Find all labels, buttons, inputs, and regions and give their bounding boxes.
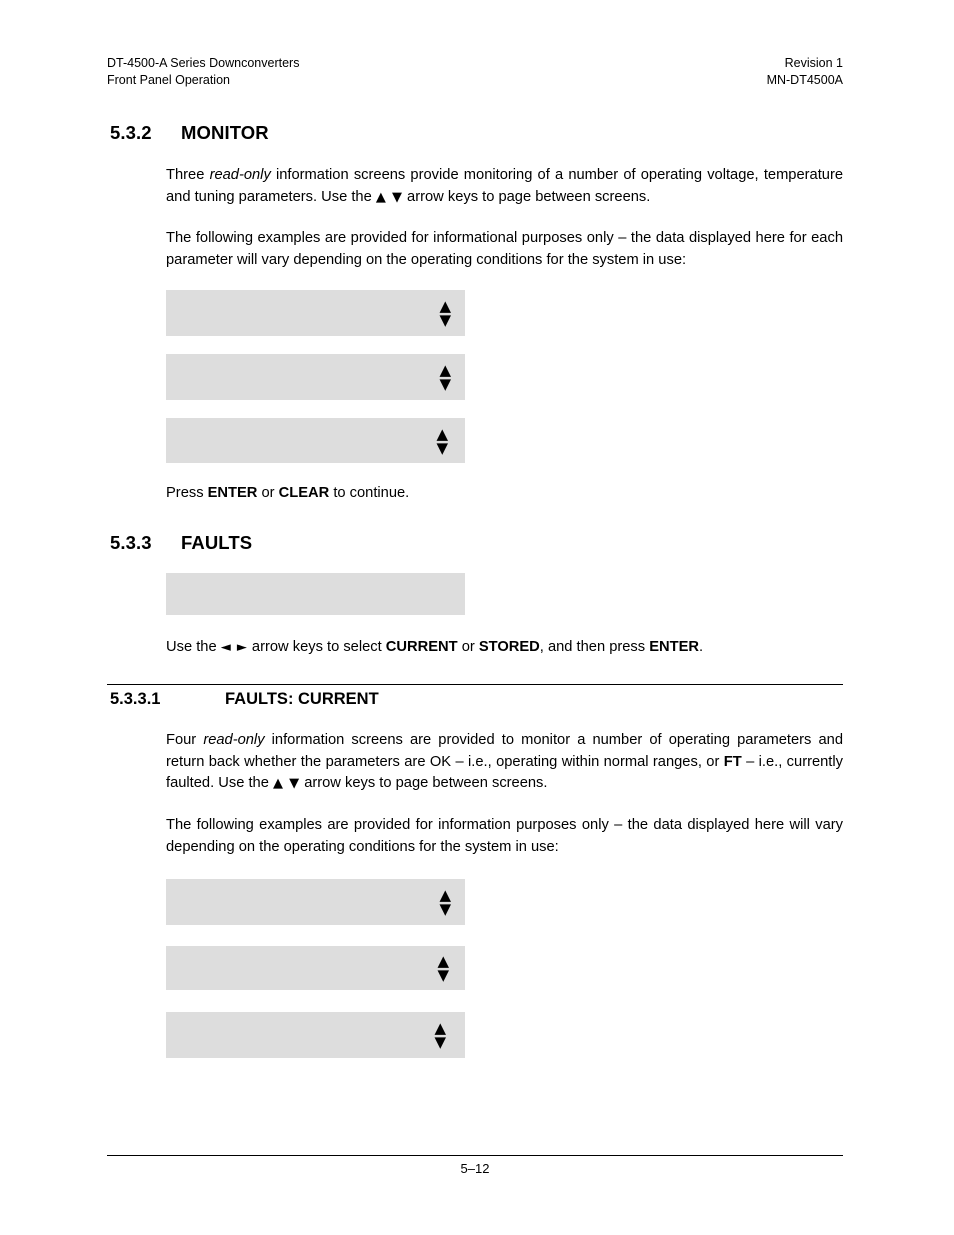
heading-faults-number: 5.3.3	[110, 532, 152, 553]
up-down-arrow-icon: ▲ ▼	[272, 776, 301, 791]
monitor-press-instruction: Press ENTER or CLEAR to continue.	[166, 483, 843, 505]
display-scroll-arrows[interactable]: ▲ ▼	[434, 1020, 446, 1050]
arrow-down-icon[interactable]: ▼	[437, 967, 449, 982]
monitor-p1-pre: Three	[166, 167, 210, 183]
heading-monitor-title: MONITOR	[181, 122, 269, 143]
monitor-display-box-2[interactable]: ▲ ▼	[166, 354, 465, 400]
display-scroll-arrows[interactable]: ▲ ▼	[437, 953, 449, 983]
monitor-display-box-3[interactable]: ▲ ▼	[166, 418, 465, 463]
display-scroll-arrows[interactable]: ▲ ▼	[436, 426, 448, 456]
header-part-number: MN-DT4500A	[766, 73, 843, 87]
heading-faults: 5.3.3 FAULTS	[110, 532, 252, 554]
monitor-p1-italic: read-only	[209, 167, 271, 183]
fc-p1-pre: Four	[166, 732, 204, 748]
heading-monitor-number: 5.3.2	[110, 122, 152, 143]
faults-current-paragraph-1: Four read-only information screens are p…	[166, 730, 843, 795]
current-option-label: CURRENT	[385, 639, 458, 655]
header-revision: Revision 1	[784, 56, 843, 70]
footer-divider-rule	[107, 1155, 843, 1156]
display-scroll-arrows[interactable]: ▲ ▼	[439, 298, 451, 328]
heading-faults-current-number: 5.3.3.1	[110, 690, 161, 708]
ft-status-label: FT	[723, 753, 742, 770]
press-post: to continue.	[329, 485, 410, 501]
heading-faults-current-title: FAULTS: CURRENT	[225, 690, 379, 708]
fc-p1-post: arrow keys to page between screens.	[300, 775, 548, 791]
arrow-down-icon[interactable]: ▼	[439, 901, 451, 916]
running-header-right: Revision 1 MN-DT4500A	[767, 55, 843, 89]
faults-current-display-box-1[interactable]: ▲ ▼	[166, 879, 465, 925]
use-mid2: , and then press	[539, 639, 650, 655]
enter-key-label: ENTER	[649, 639, 699, 655]
footer-page-number: 5–12	[460, 1161, 490, 1176]
faults-current-display-box-3[interactable]: ▲ ▼	[166, 1012, 465, 1058]
header-document-title: DT-4500-A Series Downconverters	[107, 56, 300, 70]
fc-p1-italic: read-only	[203, 732, 265, 748]
arrow-down-icon[interactable]: ▼	[436, 440, 448, 455]
monitor-paragraph-1: Three read-only information screens prov…	[166, 165, 843, 208]
header-chapter-title: Front Panel Operation	[107, 73, 230, 87]
running-header: DT-4500-A Series Downconverters Front Pa…	[107, 55, 843, 89]
faults-display-box[interactable]	[166, 573, 465, 615]
heading-faults-title: FAULTS	[181, 532, 253, 553]
heading-faults-current: 5.3.3.1 FAULTS: CURRENT	[110, 690, 379, 709]
faults-current-paragraph-2: The following examples are provided for …	[166, 817, 843, 855]
press-enter-key: ENTER	[207, 485, 258, 501]
display-scroll-arrows[interactable]: ▲ ▼	[439, 887, 451, 917]
up-down-arrow-icon: ▲ ▼	[375, 189, 403, 205]
use-pre: Use the	[166, 639, 221, 655]
section-divider-rule	[107, 684, 843, 685]
press-pre: Press	[166, 485, 208, 501]
faults-current-display-box-2[interactable]: ▲ ▼	[166, 946, 465, 990]
monitor-p1-post: arrow keys to page between screens.	[402, 188, 651, 205]
monitor-display-box-1[interactable]: ▲ ▼	[166, 290, 465, 336]
use-post: .	[698, 639, 704, 655]
document-page: DT-4500-A Series Downconverters Front Pa…	[0, 0, 954, 1235]
stored-option-label: STORED	[478, 639, 540, 655]
arrow-down-icon[interactable]: ▼	[439, 312, 451, 327]
left-right-arrow-icon: ◄ ►	[220, 640, 248, 655]
monitor-paragraph-2: The following examples are provided for …	[166, 230, 843, 268]
arrow-down-icon[interactable]: ▼	[439, 376, 451, 391]
display-scroll-arrows[interactable]: ▲ ▼	[439, 362, 451, 392]
press-clear-key: CLEAR	[278, 485, 330, 501]
use-or: or	[457, 639, 479, 655]
press-mid: or	[257, 485, 279, 501]
arrow-down-icon[interactable]: ▼	[434, 1034, 446, 1049]
faults-use-instruction: Use the ◄ ► arrow keys to select CURRENT…	[166, 637, 843, 659]
running-header-left: DT-4500-A Series Downconverters Front Pa…	[107, 55, 299, 89]
use-mid: arrow keys to select	[247, 639, 386, 655]
heading-monitor: 5.3.2 MONITOR	[110, 122, 269, 144]
